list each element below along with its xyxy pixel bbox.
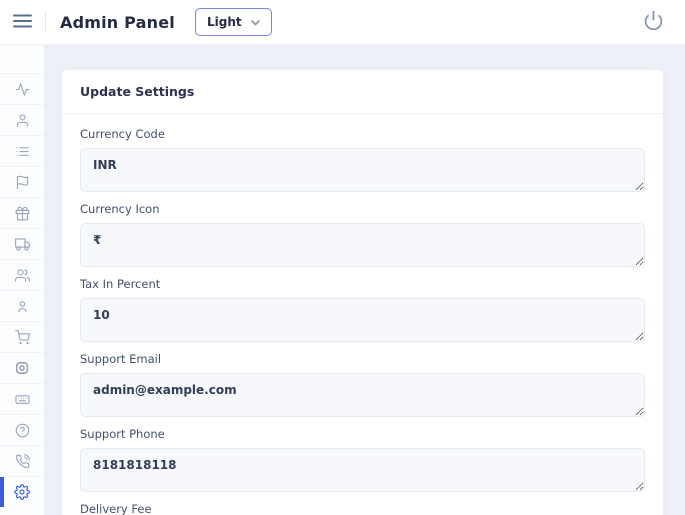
app-header: Admin Panel Light xyxy=(0,0,685,45)
header-divider xyxy=(45,11,46,33)
settings-form: Currency Code INR Currency Icon ₹ Tax In… xyxy=(62,114,663,515)
sidebar-item-gift[interactable] xyxy=(0,197,44,228)
phone-call-icon xyxy=(15,454,30,469)
help-circle-icon xyxy=(15,423,30,438)
field-label: Tax In Percent xyxy=(80,277,645,291)
sidebar-item-package[interactable] xyxy=(0,352,44,383)
user-badge-icon xyxy=(15,299,30,314)
flag-icon xyxy=(15,175,30,190)
settings-gear-icon xyxy=(14,484,30,500)
gift-icon xyxy=(15,206,30,221)
sidebar-item-truck[interactable] xyxy=(0,228,44,259)
sidebar-item-support-call[interactable] xyxy=(0,445,44,476)
update-settings-card: Update Settings Currency Code INR Curren… xyxy=(62,70,663,515)
activity-icon xyxy=(15,82,30,97)
package-icon xyxy=(15,361,29,375)
field-label: Currency Code xyxy=(80,127,645,141)
support-phone-textarea[interactable]: 8181818118 xyxy=(80,448,645,492)
main-content: Update Settings Currency Code INR Curren… xyxy=(45,45,685,515)
form-field-tax-in-percent: Tax In Percent 10 xyxy=(80,277,645,342)
form-field-currency-icon: Currency Icon ₹ xyxy=(80,202,645,267)
form-field-currency-code: Currency Code INR xyxy=(80,127,645,192)
shopping-cart-icon xyxy=(15,330,30,345)
card-title: Update Settings xyxy=(62,70,663,114)
menu-toggle-button[interactable] xyxy=(0,0,45,44)
sidebar-item-user[interactable] xyxy=(0,104,44,135)
sidebar-item-flag[interactable] xyxy=(0,166,44,197)
sidebar-item-list[interactable] xyxy=(0,135,44,166)
sidebar-item-activity[interactable] xyxy=(0,73,44,104)
form-field-support-email: Support Email admin@example.com xyxy=(80,352,645,417)
field-label: Currency Icon xyxy=(80,202,645,216)
admin-panel-app: Admin Panel Light xyxy=(0,0,685,515)
sidebar-item-settings[interactable] xyxy=(0,476,44,507)
hamburger-icon xyxy=(13,14,32,31)
sidebar-item-cart[interactable] xyxy=(0,321,44,352)
logout-button[interactable] xyxy=(637,6,669,38)
page-title: Admin Panel xyxy=(60,13,175,32)
list-icon xyxy=(15,144,30,159)
tax-in-percent-textarea[interactable]: 10 xyxy=(80,298,645,342)
form-field-delivery-fee: Delivery Fee xyxy=(80,502,645,515)
sidebar xyxy=(0,45,45,515)
truck-icon xyxy=(15,237,30,252)
chevron-down-icon xyxy=(251,15,260,29)
keyboard-icon xyxy=(15,392,30,407)
currency-code-textarea[interactable]: INR xyxy=(80,148,645,192)
theme-dropdown-value: Light xyxy=(207,15,242,29)
theme-dropdown[interactable]: Light xyxy=(195,8,272,36)
field-label: Delivery Fee xyxy=(80,502,645,515)
sidebar-item-user-badge[interactable] xyxy=(0,290,44,321)
form-field-support-phone: Support Phone 8181818118 xyxy=(80,427,645,492)
support-email-textarea[interactable]: admin@example.com xyxy=(80,373,645,417)
user-icon xyxy=(15,113,30,128)
users-icon xyxy=(15,268,30,283)
field-label: Support Email xyxy=(80,352,645,366)
currency-icon-textarea[interactable]: ₹ xyxy=(80,223,645,267)
sidebar-item-keyboard[interactable] xyxy=(0,383,44,414)
field-label: Support Phone xyxy=(80,427,645,441)
power-icon xyxy=(643,10,664,34)
sidebar-item-users[interactable] xyxy=(0,259,44,290)
sidebar-item-help[interactable] xyxy=(0,414,44,445)
